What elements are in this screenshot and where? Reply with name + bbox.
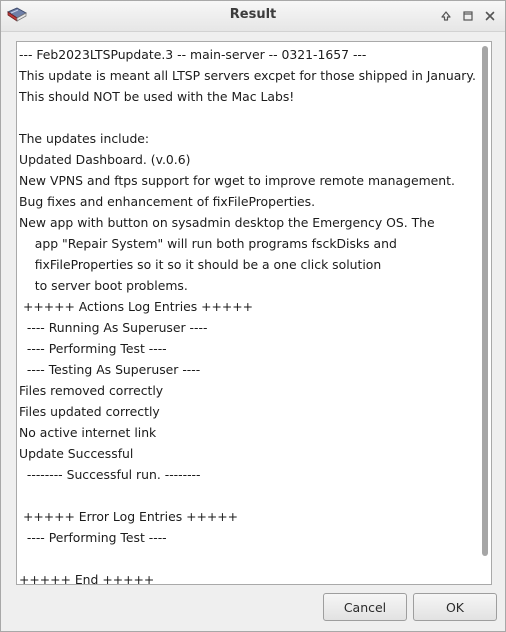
shade-icon[interactable]: [438, 8, 454, 24]
text-line: fixFileProperties so it so it should be …: [19, 257, 382, 272]
text-line: This update is meant all LTSP servers ex…: [19, 68, 476, 83]
text-line: The updates include:: [19, 131, 150, 146]
text-line: [19, 107, 479, 128]
text-line: New VPNS and ftps support for wget to im…: [19, 173, 455, 188]
book-icon: [5, 4, 29, 28]
text-line: Bug fixes and enhancement of fixFileProp…: [19, 194, 316, 209]
text-line: Updated Dashboard. (v.0.6): [19, 152, 191, 167]
window-title: Result: [229, 7, 277, 22]
text-line: [19, 485, 479, 506]
text-line: New app with button on sysadmin desktop …: [19, 215, 435, 230]
text-line: +++++ Error Log Entries +++++: [19, 509, 239, 524]
text-line: ---- Performing Test ----: [19, 341, 167, 356]
maximize-icon[interactable]: [460, 8, 476, 24]
result-text: --- Feb2023LTSPupdate.3 -- main-server -…: [19, 44, 479, 585]
text-line: No active internet link: [19, 425, 157, 440]
text-line: ---- Performing Test ----: [19, 530, 167, 545]
close-icon[interactable]: [482, 8, 498, 24]
text-line: [19, 548, 479, 569]
vertical-scrollbar[interactable]: [479, 42, 491, 584]
text-line: Update Successful: [19, 446, 134, 461]
text-line: to server boot problems.: [19, 278, 188, 293]
text-line: Files updated correctly: [19, 404, 160, 419]
cancel-button[interactable]: Cancel: [323, 593, 407, 621]
text-line: Files removed correctly: [19, 383, 164, 398]
text-line: ---- Testing As Superuser ----: [19, 362, 201, 377]
ok-button[interactable]: OK: [413, 593, 497, 621]
text-line: --- Feb2023LTSPupdate.3 -- main-server -…: [19, 47, 367, 62]
scrollbar-thumb[interactable]: [482, 46, 488, 556]
result-dialog: Result --- Feb2023LTSPupdate.3 -- main-s…: [0, 0, 506, 632]
text-line: -------- Successful run. --------: [19, 467, 201, 482]
text-line: +++++ Actions Log Entries +++++: [19, 299, 254, 314]
result-text-area[interactable]: --- Feb2023LTSPupdate.3 -- main-server -…: [16, 41, 492, 585]
text-line: ---- Running As Superuser ----: [19, 320, 208, 335]
text-line: This should NOT be used with the Mac Lab…: [19, 89, 295, 104]
title-bar[interactable]: Result: [1, 1, 505, 32]
text-line: app "Repair System" will run both progra…: [19, 236, 397, 251]
text-line: +++++ End +++++: [19, 572, 155, 585]
